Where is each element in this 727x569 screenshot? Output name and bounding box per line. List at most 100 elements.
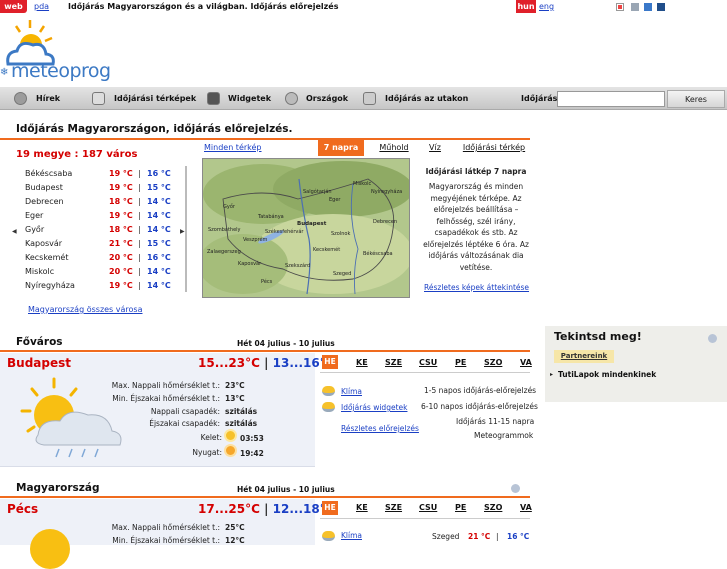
- city-night-temp: 14 °C: [147, 281, 171, 290]
- capital-underline: [0, 350, 530, 352]
- day-tab[interactable]: KE: [356, 503, 368, 512]
- day-tab[interactable]: PE: [455, 503, 466, 512]
- city-name[interactable]: Kecskemét: [25, 251, 68, 265]
- day-tab[interactable]: SZO: [484, 358, 502, 367]
- city-row[interactable]: Kaposvár 21 °C | 15 °C: [25, 237, 180, 251]
- main-nav: Hírek Időjárási térképek Widgetek Ország…: [0, 87, 727, 110]
- nav-item-roads[interactable]: Időjárás az utakon: [385, 87, 468, 110]
- day-tab[interactable]: SZE: [385, 503, 402, 512]
- pda-link[interactable]: pda: [34, 2, 49, 11]
- day-tab[interactable]: CSU: [419, 503, 437, 512]
- city-row[interactable]: Nyíregyháza 19 °C | 14 °C: [25, 279, 180, 293]
- forecast-1-5-days[interactable]: 1-5 napos időjárás-előrejelzés: [424, 386, 536, 395]
- search-button[interactable]: Keres: [667, 90, 725, 108]
- map-label: Veszprém: [243, 237, 268, 243]
- city-row[interactable]: Budapest 19 °C | 15 °C: [25, 181, 180, 195]
- countries-icon: [285, 92, 298, 105]
- sunset-label: Nyugat:: [192, 448, 222, 457]
- city-row[interactable]: Kecskemét 20 °C | 16 °C: [25, 251, 180, 265]
- temp-separator: |: [138, 281, 141, 290]
- city-row[interactable]: Debrecen 18 °C | 14 °C: [25, 195, 180, 209]
- scroll-right-arrow[interactable]: ▶: [180, 228, 185, 235]
- city-name[interactable]: Győr: [25, 223, 44, 237]
- sidebar-toggle-icon[interactable]: [708, 334, 717, 343]
- map-details-link[interactable]: Részletes képek áttekintése: [424, 283, 529, 292]
- city-name[interactable]: Budapest: [25, 181, 63, 195]
- all-cities-link[interactable]: Magyarország összes városa: [28, 305, 142, 314]
- city-night-temp: 14 °C: [147, 267, 171, 276]
- nav-item-widgets[interactable]: Widgetek: [228, 87, 271, 110]
- city-name[interactable]: Debrecen: [25, 195, 64, 209]
- day-tab-selected[interactable]: HE: [322, 501, 338, 515]
- temp-separator: |: [138, 253, 141, 262]
- meteograms-link[interactable]: Meteogrammok: [474, 431, 533, 440]
- map-label: Salgótarján: [303, 189, 332, 195]
- city-name[interactable]: Eger: [25, 209, 43, 223]
- all-maps-link[interactable]: Minden térkép: [204, 143, 262, 152]
- sunrise-time: 03:53: [240, 434, 264, 443]
- tab-weather-map[interactable]: Időjárási térkép: [458, 140, 530, 156]
- city-name[interactable]: Békéscsaba: [25, 167, 72, 181]
- climate-link[interactable]: Klíma: [341, 387, 362, 396]
- forecast-6-10-days[interactable]: 6-10 napos időjárás-előrejelzés: [421, 402, 538, 411]
- min-night-temp-value: 13°C: [225, 394, 245, 403]
- theme-darkblue[interactable]: [657, 3, 665, 11]
- day-tab[interactable]: SZE: [385, 358, 402, 367]
- day-tab[interactable]: PE: [455, 358, 466, 367]
- weather-widgets-link[interactable]: Időjárás widgetek: [341, 403, 407, 412]
- city-row[interactable]: Békéscsaba 19 °C | 16 °C: [25, 167, 180, 181]
- day-tab[interactable]: CSU: [419, 358, 437, 367]
- hungary-map[interactable]: Miskolc Salgótarján Eger Nyíregyháza Győ…: [202, 158, 410, 298]
- web-tab[interactable]: web: [0, 0, 27, 13]
- section-toggle-icon[interactable]: [511, 484, 520, 493]
- tab-7-days[interactable]: 7 napra: [318, 140, 364, 156]
- city-row[interactable]: Miskolc 20 °C | 14 °C: [25, 265, 180, 279]
- eng-link[interactable]: eng: [539, 2, 554, 11]
- min-night-temp-label: Min. Éjszakai hőmérséklet t.:: [112, 536, 220, 545]
- tab-water[interactable]: Víz: [420, 140, 450, 156]
- day-tab[interactable]: VA: [520, 358, 532, 367]
- day-tab[interactable]: KE: [356, 358, 368, 367]
- city-name[interactable]: Nyíregyháza: [25, 279, 75, 293]
- theme-blue[interactable]: [644, 3, 652, 11]
- city-name[interactable]: Kaposvár: [25, 237, 62, 251]
- country-temp-separator: |: [264, 502, 269, 516]
- max-day-temp-label: Max. Nappali hőmérséklet t.:: [111, 381, 220, 390]
- city-day-temp: 19 °C: [109, 169, 133, 178]
- city-row[interactable]: Eger 19 °C | 14 °C: [25, 209, 180, 223]
- other-city-name[interactable]: Szeged: [432, 532, 459, 541]
- nav-item-maps[interactable]: Időjárási térképek: [114, 87, 196, 110]
- city-night-temp: 15 °C: [147, 239, 171, 248]
- forecast-11-15-days[interactable]: Időjárás 11-15 napra: [456, 417, 534, 426]
- search-input[interactable]: [557, 91, 665, 107]
- hun-tab[interactable]: hun: [516, 0, 536, 13]
- city-name[interactable]: Miskolc: [25, 265, 54, 279]
- climate-link[interactable]: Klíma: [341, 531, 362, 540]
- day-tab[interactable]: SZO: [484, 503, 502, 512]
- sun-cloud-rain-icon: [20, 377, 122, 458]
- sidebar-item[interactable]: TutiLapok mindenkinek: [558, 370, 656, 379]
- city-night-temp: 14 °C: [147, 211, 171, 220]
- map-label: Kaposvár: [238, 261, 262, 267]
- country-city-name[interactable]: Pécs: [7, 502, 38, 516]
- partners-tab[interactable]: Partnereink: [554, 350, 614, 363]
- nav-item-countries[interactable]: Országok: [306, 87, 348, 110]
- day-tab-selected[interactable]: HE: [322, 355, 338, 369]
- detailed-forecast-link[interactable]: Részletes előrejelzés: [341, 424, 419, 433]
- day-tabs-divider: [320, 372, 530, 373]
- day-tab[interactable]: VA: [520, 503, 532, 512]
- theme-white[interactable]: [616, 3, 624, 11]
- max-day-temp-value: 23°C: [225, 381, 245, 390]
- capital-temp-separator: |: [264, 356, 269, 370]
- city-day-temp: 20 °C: [109, 267, 133, 276]
- capital-city-name[interactable]: Budapest: [7, 356, 71, 370]
- theme-gray[interactable]: [631, 3, 639, 11]
- city-row[interactable]: Győr 18 °C | 14 °C: [25, 223, 180, 237]
- section-title-capital: Főváros: [16, 336, 63, 348]
- scroll-left-arrow[interactable]: ◀: [12, 228, 17, 235]
- nav-item-news[interactable]: Hírek: [36, 87, 60, 110]
- tab-satellite[interactable]: Műhold: [372, 140, 416, 156]
- city-list-scrollbar[interactable]: [185, 166, 187, 292]
- logo[interactable]: ❄ meteoprog: [0, 18, 118, 84]
- region-count-title: 19 megye : 187 város: [16, 149, 138, 160]
